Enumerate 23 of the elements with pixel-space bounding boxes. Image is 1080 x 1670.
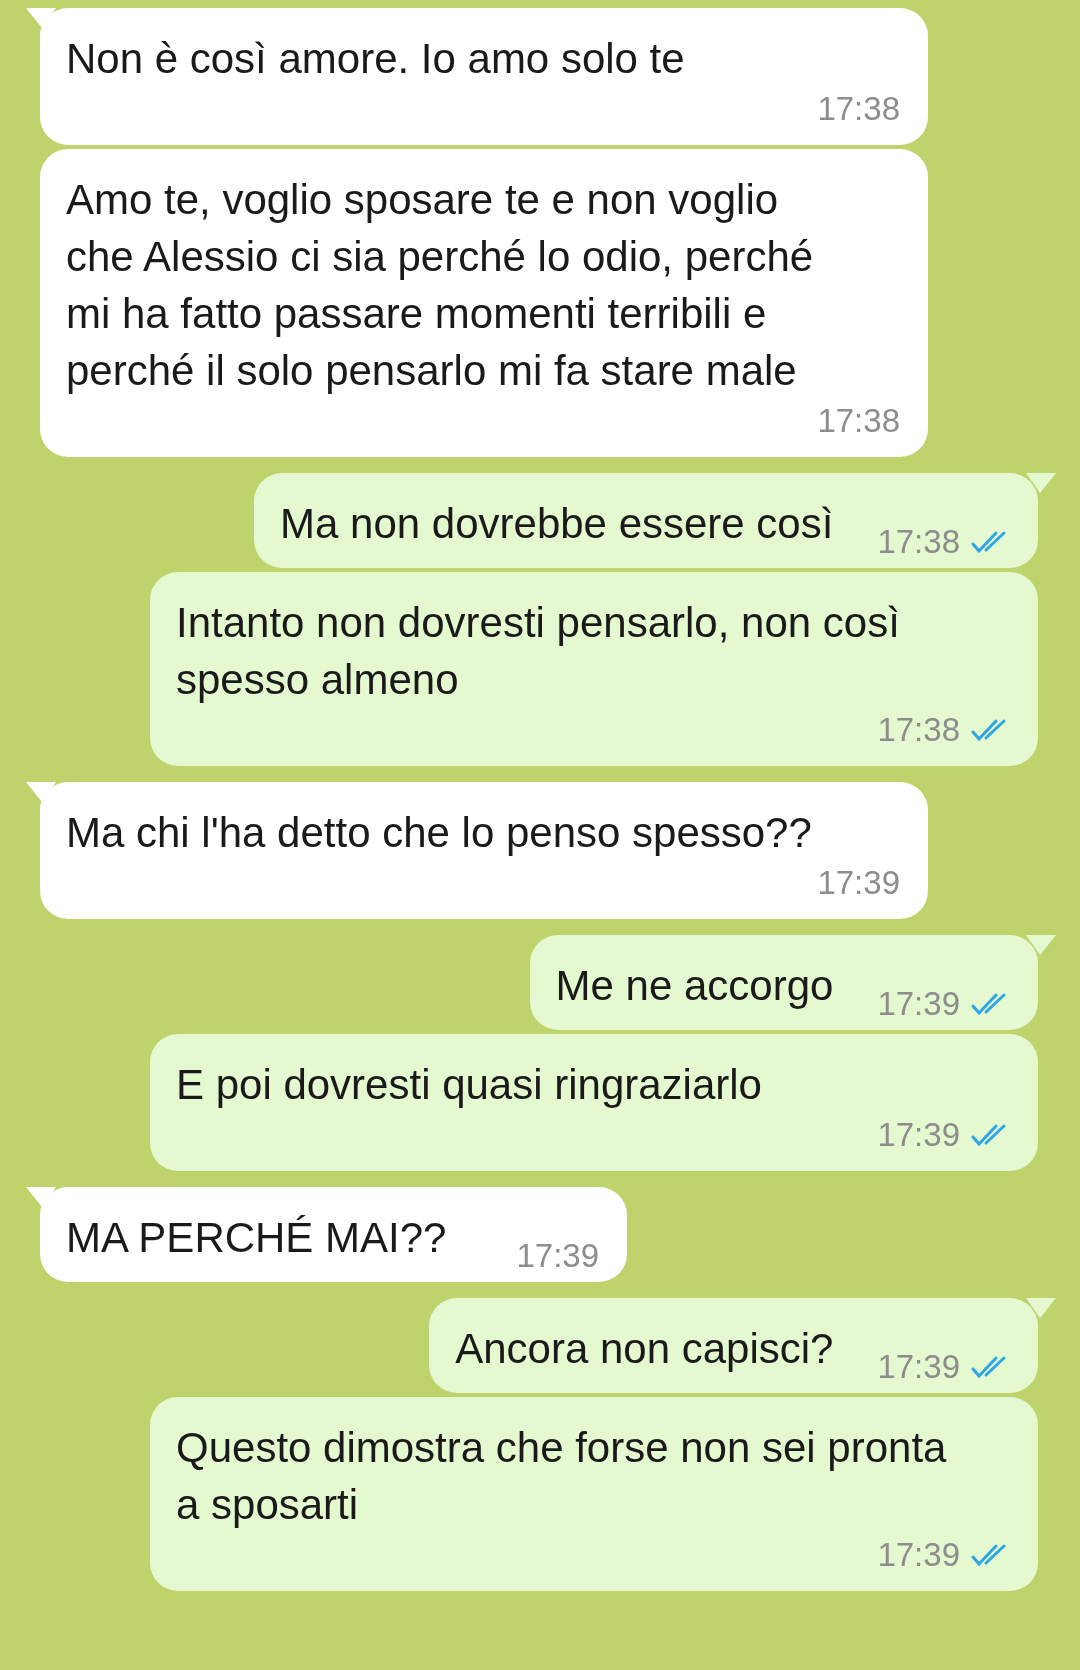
message-time: 17:39 [877, 1347, 960, 1387]
message-text: Non è così amore. Io amo solo te [66, 34, 686, 84]
message-text: Questo dimostra che forse non sei pronta a sposarti [176, 1423, 948, 1530]
message-time: 17:38 [817, 401, 900, 441]
message-time: 17:39 [877, 1535, 960, 1575]
bubble-tail-icon [1026, 935, 1056, 955]
message-text: MA PERCHÉ MAI?? [66, 1213, 447, 1263]
message-text: E poi dovresti quasi ringraziarlo [176, 1060, 763, 1110]
message-text: Ma chi l'ha detto che lo penso spesso?? [66, 808, 813, 858]
message-time: 17:38 [877, 710, 960, 750]
message-time: 17:39 [516, 1236, 600, 1276]
message-text: Me ne accorgo [555, 961, 834, 1011]
message-time: 17:39 [877, 1115, 960, 1155]
message-time: 17:39 [817, 863, 900, 903]
message-text: Ma non dovrebbe essere così [280, 499, 834, 549]
bubble-tail-icon [1026, 1298, 1056, 1318]
message-text: Intanto non dovresti pensarlo, non così spesso almeno [176, 598, 901, 705]
message-time: 17:39 [877, 984, 960, 1024]
message-time: 17:38 [877, 522, 960, 562]
bubble-tail-icon [1026, 473, 1056, 493]
message-text: Amo te, voglio sposare te e non voglio che Alessio ci sia perché lo odio, perché mi ha fatto passare momenti terribili e perché il solo pensarlo mi fa stare male [66, 175, 815, 396]
message-time: 17:38 [817, 89, 900, 129]
message-text: Ancora non capisci? [455, 1324, 834, 1374]
